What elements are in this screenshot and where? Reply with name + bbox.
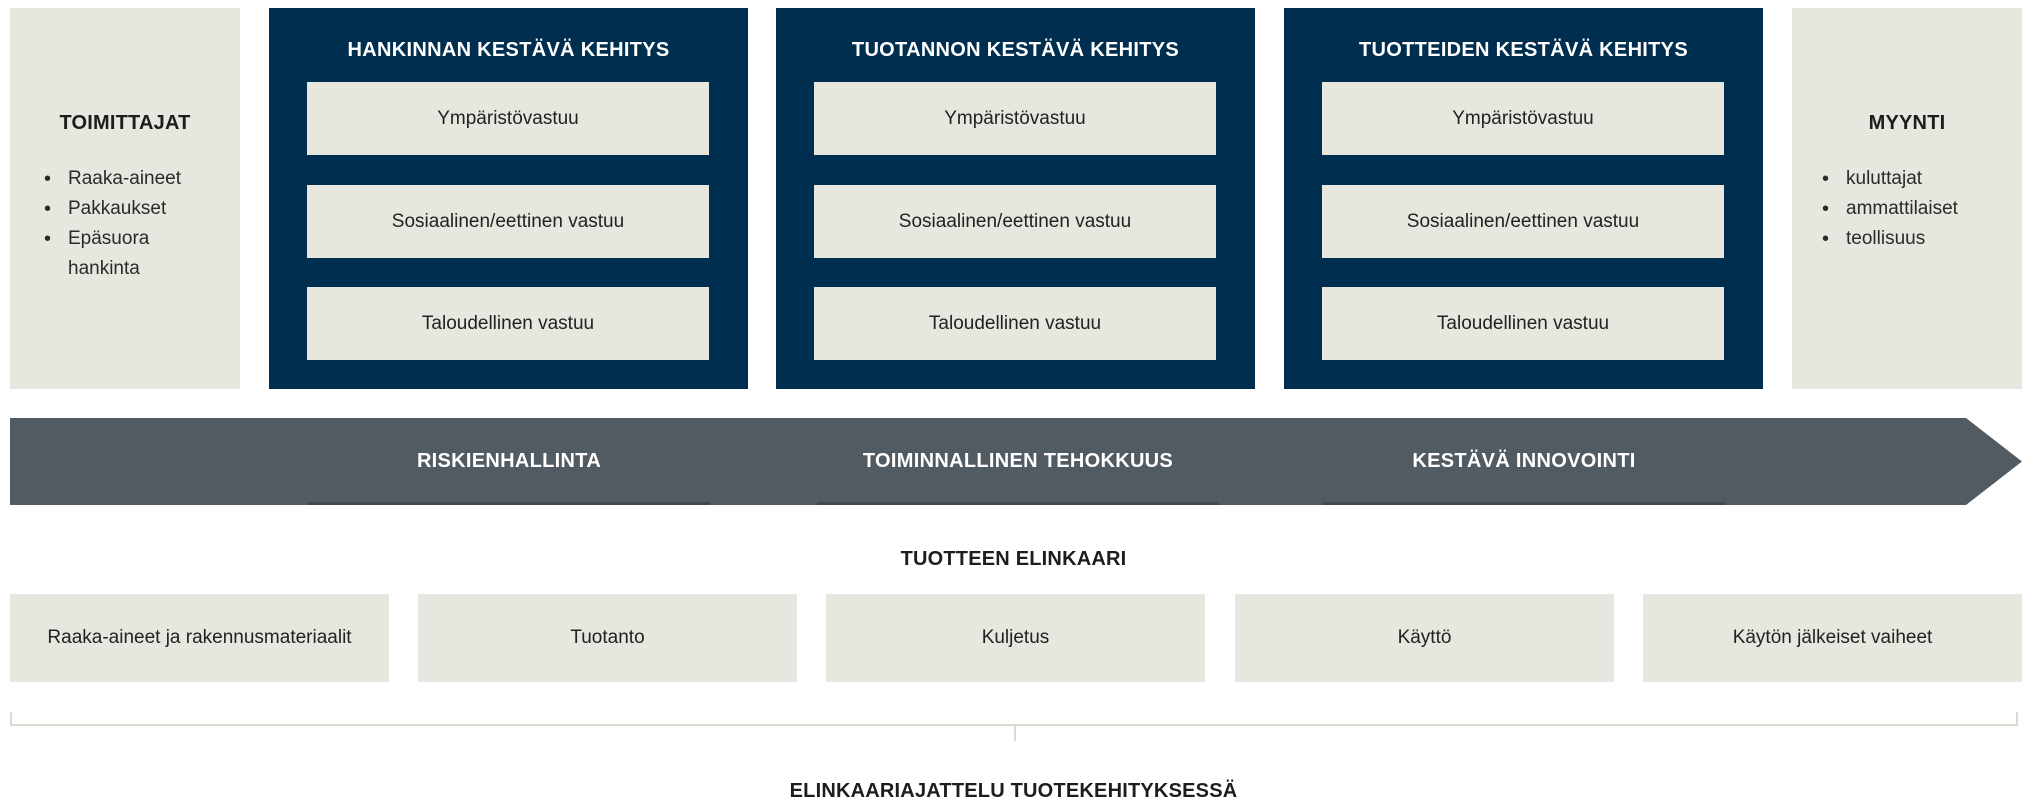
card-economic: Taloudellinen vastuu xyxy=(814,287,1216,360)
production-column: TUOTANNON KESTÄVÄ KEHITYS Ympäristövastu… xyxy=(776,8,1255,389)
card-economic: Taloudellinen vastuu xyxy=(307,287,709,360)
suppliers-panel: TOIMITTAJAT Raaka-aineet Pakkaukset Epäs… xyxy=(10,8,240,389)
card-social: Sosiaalinen/eettinen vastuu xyxy=(814,185,1216,258)
sales-item: ammattilaiset xyxy=(1820,194,1958,224)
arrow-label-efficiency: TOIMINNALLINEN TEHOKKUUS xyxy=(862,450,1174,472)
arrow-underline xyxy=(308,502,710,505)
lifecycle-stage: Käytön jälkeiset vaiheet xyxy=(1643,594,2022,682)
footer-title: ELINKAARIAJATTELU TUOTEKEHITYKSESSÄ xyxy=(789,780,1238,802)
column-title: TUOTTEIDEN KESTÄVÄ KEHITYS xyxy=(1359,39,1688,61)
card-economic: Taloudellinen vastuu xyxy=(1322,287,1724,360)
suppliers-list: Raaka-aineet Pakkaukset Epäsuora hankint… xyxy=(42,164,181,284)
arrow-underline xyxy=(1323,502,1725,505)
card-environment: Ympäristövastuu xyxy=(307,82,709,155)
suppliers-item: Raaka-aineet xyxy=(42,164,181,194)
lifecycle-bracket xyxy=(10,712,2018,741)
suppliers-title: TOIMITTAJAT xyxy=(59,112,191,134)
procurement-column: HANKINNAN KESTÄVÄ KEHITYS Ympäristövastu… xyxy=(269,8,748,389)
lifecycle-stage: Kuljetus xyxy=(826,594,1205,682)
arrow-underline xyxy=(817,502,1219,505)
sales-title: MYYNTI xyxy=(1868,112,1946,134)
card-environment: Ympäristövastuu xyxy=(1322,82,1724,155)
sales-item: teollisuus xyxy=(1820,224,1958,254)
lifecycle-title: TUOTTEEN ELINKAARI xyxy=(900,548,1127,570)
sales-item: kuluttajat xyxy=(1820,164,1958,194)
card-social: Sosiaalinen/eettinen vastuu xyxy=(1322,185,1724,258)
lifecycle-stage: Käyttö xyxy=(1235,594,1614,682)
lifecycle-stage: Raaka-aineet ja rakennusmateriaalit xyxy=(10,594,389,682)
sales-panel: MYYNTI kuluttajat ammattilaiset teollisu… xyxy=(1792,8,2022,389)
sales-list: kuluttajat ammattilaiset teollisuus xyxy=(1820,164,1958,254)
column-title: TUOTANNON KESTÄVÄ KEHITYS xyxy=(851,39,1180,61)
suppliers-item-continuation: hankinta xyxy=(68,258,140,279)
arrow-label-risk: RISKIENHALLINTA xyxy=(416,450,602,472)
suppliers-item: Epäsuora xyxy=(42,224,181,254)
suppliers-item: Pakkaukset xyxy=(42,194,181,224)
arrow-label-innovation: KESTÄVÄ INNOVOINTI xyxy=(1412,450,1636,472)
products-column: TUOTTEIDEN KESTÄVÄ KEHITYS Ympäristövast… xyxy=(1284,8,1763,389)
card-social: Sosiaalinen/eettinen vastuu xyxy=(307,185,709,258)
card-environment: Ympäristövastuu xyxy=(814,82,1216,155)
column-title: HANKINNAN KESTÄVÄ KEHITYS xyxy=(347,39,670,61)
bracket-line xyxy=(10,712,2018,726)
lifecycle-stage: Tuotanto xyxy=(418,594,797,682)
